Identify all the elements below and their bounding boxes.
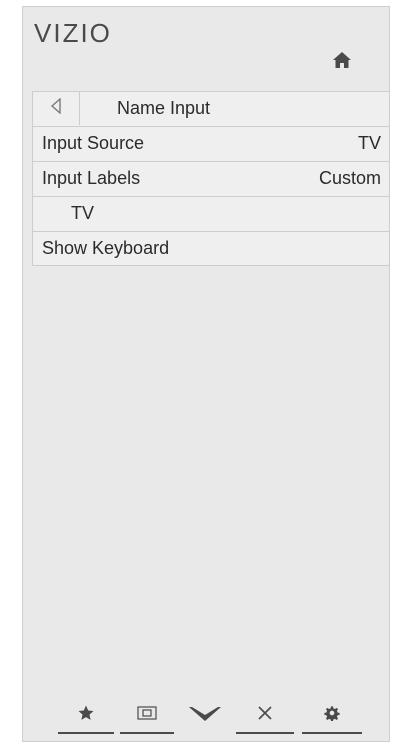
star-icon bbox=[77, 704, 95, 727]
menu-item-input-labels[interactable]: Input Labels Custom bbox=[32, 161, 390, 196]
menu-item-value: TV bbox=[357, 133, 381, 153]
menu-item-value: Custom bbox=[318, 168, 381, 188]
vizio-logo: VIZIO bbox=[34, 18, 112, 48]
menu-title-row: Name Input bbox=[32, 91, 390, 126]
menu-title: Name Input bbox=[117, 98, 211, 118]
menu-item-label: Input Labels bbox=[42, 168, 141, 188]
menu-item-name-field[interactable]: TV bbox=[32, 196, 390, 231]
screen-icon bbox=[137, 705, 157, 725]
menu-list: Name Input Input Source TV Input Labels … bbox=[32, 91, 390, 266]
close-button[interactable] bbox=[236, 698, 294, 734]
settings-button[interactable] bbox=[302, 698, 362, 734]
gear-icon bbox=[324, 705, 340, 726]
menu-item-label: Input Source bbox=[42, 133, 145, 153]
favorites-button[interactable] bbox=[58, 698, 114, 734]
close-icon bbox=[256, 704, 274, 727]
menu-item-input-source[interactable]: Input Source TV bbox=[32, 126, 390, 161]
menu-item-show-keyboard[interactable]: Show Keyboard bbox=[32, 231, 390, 266]
menu-item-label: TV bbox=[71, 203, 95, 223]
back-button[interactable] bbox=[33, 92, 80, 125]
vizio-button[interactable] bbox=[176, 700, 234, 734]
vizio-v-icon bbox=[188, 704, 222, 731]
menu-item-label: Show Keyboard bbox=[42, 238, 170, 258]
back-arrow-icon bbox=[50, 92, 62, 125]
bottom-toolbar bbox=[58, 700, 376, 734]
home-icon[interactable] bbox=[332, 51, 352, 69]
screen-button[interactable] bbox=[120, 698, 174, 734]
